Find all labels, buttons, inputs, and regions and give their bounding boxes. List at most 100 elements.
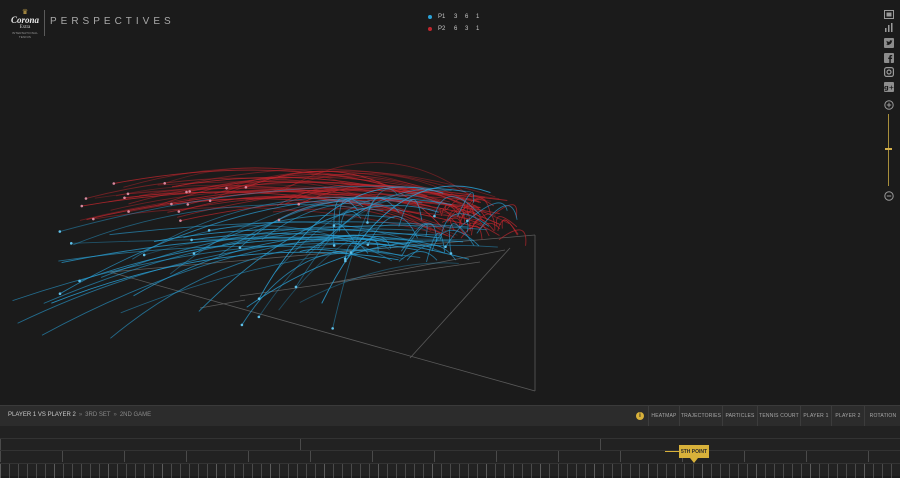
nav-heatmap[interactable]: HEATMAP [648, 406, 679, 426]
p1-set-scores: 3 6 1 [454, 14, 483, 20]
impact-point [332, 224, 336, 227]
breadcrumb-separator: » [78, 412, 83, 418]
impact-point [349, 251, 353, 254]
timeline-sets-row [0, 438, 900, 450]
zoom-slider-track[interactable] [888, 114, 889, 186]
impact-point [331, 327, 334, 330]
impact-point [188, 190, 191, 193]
impact-point [257, 297, 261, 300]
impact-point [185, 190, 188, 194]
timeline-tick [186, 451, 187, 462]
zoom-out-button[interactable] [882, 190, 896, 202]
timeline-tick [62, 451, 63, 462]
impact-point [366, 243, 370, 246]
impact-point [186, 203, 190, 206]
impact-point [126, 192, 130, 196]
timeline-tick [372, 451, 373, 462]
impact-point [277, 218, 281, 222]
trajectory-line-p1 [299, 262, 459, 303]
timeline-tick [600, 439, 601, 450]
fullscreen-icon[interactable] [882, 8, 896, 20]
trajectory-line-p1 [120, 244, 498, 314]
breadcrumb-separator: » [113, 412, 117, 418]
nav-player-2[interactable]: PLAYER 2 [831, 406, 864, 426]
impact-point [433, 214, 436, 218]
nav-particles[interactable]: PARTICLES [722, 406, 757, 426]
impact-point [58, 292, 62, 295]
zoom-slider-thumb[interactable] [885, 148, 892, 150]
impact-point [366, 221, 369, 224]
score-row-p1[interactable]: P1 3 6 1 [428, 11, 482, 23]
current-point-label[interactable]: 5TH POINT [679, 445, 709, 458]
timeline-tick [620, 451, 621, 462]
impact-point [69, 242, 73, 245]
impact-point [58, 230, 62, 233]
impact-point [78, 279, 81, 283]
impact-point [297, 202, 301, 206]
impact-point [170, 202, 173, 206]
current-point-marker [690, 458, 698, 463]
impact-point [343, 257, 347, 260]
p1-name: P1 [438, 14, 446, 20]
match-timeline[interactable] [0, 426, 900, 478]
timeline-tick [434, 451, 435, 462]
impact-point [207, 229, 211, 232]
score-row-p2[interactable]: P2 6 3 1 [428, 23, 482, 35]
current-point-connector [665, 451, 679, 452]
timeline-tick [868, 451, 869, 462]
breadcrumb-set[interactable]: 3RD SET [85, 412, 110, 418]
timeline-tick [496, 451, 497, 462]
app-title: PERSPECTIVES [50, 16, 175, 27]
impact-point [238, 246, 242, 249]
nav-tennis-court[interactable]: TENNIS COURT [757, 406, 800, 426]
impact-point [344, 259, 347, 263]
impact-point [466, 219, 469, 223]
facebook-icon[interactable] [882, 52, 896, 64]
impact-point [190, 238, 193, 242]
impact-point [80, 204, 84, 208]
timeline-tick [124, 451, 125, 462]
impact-point [294, 285, 298, 289]
twitter-icon[interactable] [882, 37, 896, 49]
instagram-icon[interactable] [882, 66, 896, 78]
impact-point [208, 199, 212, 203]
logo-tag: INTERNATIONAL TENNIS [11, 31, 39, 39]
timeline-tick [744, 451, 745, 462]
bar-chart-icon[interactable] [882, 21, 896, 33]
corona-logo[interactable]: ♛ Corona Extra INTERNATIONAL TENNIS [8, 9, 42, 41]
impact-point [142, 253, 146, 257]
p2-name: P2 [438, 26, 446, 32]
breadcrumb: PLAYER 1 VS PLAYER 2» 3RD SET» 2ND GAME [8, 412, 151, 418]
nav-rotation[interactable]: ROTATION [864, 406, 900, 426]
impact-point [192, 252, 196, 255]
p1-color-dot [428, 15, 432, 19]
timeline-games-row [0, 450, 900, 462]
impact-point [177, 210, 181, 213]
timeline-tick [300, 439, 301, 450]
impact-point [257, 315, 261, 319]
impact-point [244, 185, 248, 189]
impact-point [332, 244, 336, 247]
zoom-in-button[interactable] [882, 99, 896, 111]
impact-point [84, 197, 88, 200]
logo-brand: Corona [10, 15, 39, 25]
impact-point [449, 252, 453, 255]
impact-point [92, 217, 95, 221]
bottom-toolbar: PLAYER 1 VS PLAYER 2» 3RD SET» 2ND GAME i … [0, 405, 900, 426]
timeline-tick [0, 439, 1, 450]
info-icon[interactable]: i [636, 412, 644, 420]
breadcrumb-game[interactable]: 2ND GAME [120, 412, 151, 418]
impact-point [163, 181, 167, 185]
impact-point [444, 245, 447, 249]
header-divider [44, 10, 45, 36]
nav-player-1[interactable]: PLAYER 1 [800, 406, 831, 426]
score-legend: P1 3 6 1 P2 6 3 1 [428, 11, 482, 35]
google-plus-icon[interactable]: g+ [882, 81, 896, 93]
nav-trajectories[interactable]: TRAJECTORIES [679, 406, 722, 426]
impact-point [123, 196, 126, 200]
trajectory-line-p1 [43, 228, 414, 304]
p2-set-scores: 6 3 1 [454, 26, 483, 32]
breadcrumb-match[interactable]: PLAYER 1 VS PLAYER 2 [8, 412, 76, 418]
trajectory-viewport[interactable] [0, 0, 900, 405]
impact-point [240, 323, 244, 327]
